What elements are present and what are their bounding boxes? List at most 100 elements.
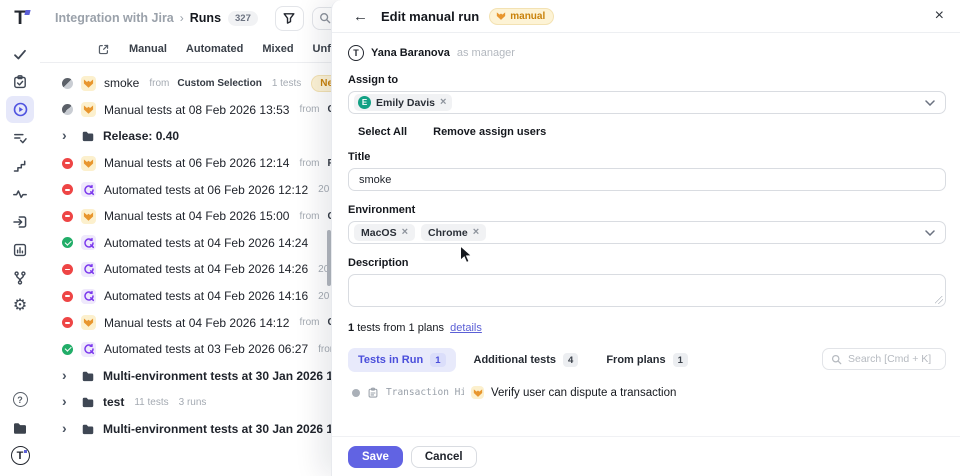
manager-name: Yana Baranova <box>371 47 450 59</box>
automated-run-icon <box>81 235 96 250</box>
assign-to-select[interactable]: E Emily Davis × <box>348 91 946 114</box>
plans-summary: 1 tests from 1 plans details <box>348 322 946 334</box>
cancel-button[interactable]: Cancel <box>411 446 477 468</box>
resize-handle[interactable] <box>935 296 943 304</box>
env-chip-label: Chrome <box>428 227 468 239</box>
run-source: Custom Selection <box>177 78 261 89</box>
automated-run-icon <box>81 289 96 304</box>
tab-count-badge: 1 <box>430 353 445 367</box>
title-input[interactable] <box>348 168 946 191</box>
close-icon[interactable]: × <box>935 8 944 24</box>
assign-to-label: Assign to <box>348 74 946 86</box>
app-logo[interactable]: T <box>9 8 31 30</box>
test-row[interactable]: Transaction His… Verify user can dispute… <box>348 386 946 399</box>
plans-text: tests from 1 plans <box>357 322 444 334</box>
tab-from-plans[interactable]: From plans 1 <box>596 348 698 372</box>
details-link[interactable]: details <box>450 322 482 334</box>
remove-env-icon[interactable]: × <box>473 227 479 238</box>
group-title: Multi-environment tests at 30 Jan 2026 1… <box>103 422 357 436</box>
select-all-link[interactable]: Select All <box>358 126 407 138</box>
fox-icon <box>496 11 506 21</box>
edit-run-modal: ← Edit manual run manual × T Yana Barano… <box>331 0 960 476</box>
remove-env-icon[interactable]: × <box>402 227 408 238</box>
sidebar-item-import[interactable] <box>6 208 34 235</box>
assign-links: Select All Remove assign users <box>358 126 946 138</box>
automated-run-icon <box>81 182 96 197</box>
run-title: Automated tests at 04 Feb 2026 14:26 <box>104 262 308 276</box>
breadcrumb-current: Runs <box>190 11 221 25</box>
run-tests-count: 1 tests <box>272 78 301 89</box>
group-title: Release: 0.40 <box>103 129 179 143</box>
sidebar-item-plans[interactable] <box>6 68 34 95</box>
env-chip: MacOS × <box>354 224 415 241</box>
sidebar-item-branch[interactable] <box>6 264 34 291</box>
env-chip: Chrome × <box>421 224 486 241</box>
sidebar-item-pulse[interactable] <box>6 180 34 207</box>
manual-run-icon <box>81 76 96 91</box>
tab-additional-tests[interactable]: Additional tests 4 <box>464 348 589 372</box>
sidebar-item-projects[interactable] <box>6 414 34 441</box>
run-title: Automated tests at 04 Feb 2026 14:16 <box>104 289 308 303</box>
breadcrumb-parent[interactable]: Integration with Jira <box>55 11 174 25</box>
tab-tests-in-run[interactable]: Tests in Run 1 <box>348 348 456 372</box>
remove-assignee-icon[interactable]: × <box>440 97 446 108</box>
tab-automated[interactable]: Automated <box>186 43 243 55</box>
plans-count: 1 <box>348 322 354 334</box>
sidebar-item-help[interactable]: ? <box>6 386 34 413</box>
remove-assign-users-link[interactable]: Remove assign users <box>433 126 546 138</box>
manual-run-badge-label: manual <box>510 11 545 22</box>
automated-run-icon <box>81 342 96 357</box>
run-title: Manual tests at 08 Feb 2026 13:53 <box>104 103 289 117</box>
tab-manual[interactable]: Manual <box>129 43 167 55</box>
chevron-right-icon[interactable]: › <box>62 421 73 435</box>
chevron-right-icon[interactable]: › <box>62 128 73 142</box>
sidebar-item-steps[interactable] <box>6 152 34 179</box>
sidebar-item-settings[interactable]: ⚙ <box>6 292 34 319</box>
folder-icon <box>81 129 95 143</box>
sidebar-item-analytics[interactable] <box>6 236 34 263</box>
group-tests-count: 11 tests <box>134 397 168 408</box>
folder-icon <box>81 369 95 383</box>
filter-button[interactable] <box>275 6 304 31</box>
sidebar-item-ready[interactable] <box>6 40 34 67</box>
back-icon[interactable]: ← <box>353 8 368 25</box>
help-icon: ? <box>13 392 28 407</box>
run-title: Manual tests at 06 Feb 2026 12:14 <box>104 156 289 170</box>
export-icon[interactable] <box>97 43 110 56</box>
sidebar-item-profile[interactable]: T <box>6 442 34 469</box>
environment-label: Environment <box>348 204 946 216</box>
tab-count-badge: 4 <box>563 353 578 367</box>
tab-mixed[interactable]: Mixed <box>262 43 293 55</box>
group-title: Multi-environment tests at 30 Jan 2026 1… <box>103 369 357 383</box>
group-title: test <box>103 395 124 409</box>
manager-avatar: T <box>348 45 364 61</box>
runs-count-badge: 327 <box>228 11 258 26</box>
search-icon <box>831 354 842 365</box>
tab-label: Tests in Run <box>358 354 423 366</box>
folder-icon <box>12 420 28 436</box>
tab-label: Additional tests <box>474 354 557 366</box>
tab-count-badge: 1 <box>673 353 688 367</box>
chevron-right-icon[interactable]: › <box>62 394 73 408</box>
tests-search-input[interactable] <box>848 353 938 365</box>
manual-test-icon <box>471 386 484 399</box>
save-button[interactable]: Save <box>348 446 403 468</box>
modal-title: Edit manual run <box>381 9 479 24</box>
environment-select[interactable]: MacOS × Chrome × <box>348 221 946 244</box>
assignee-avatar: E <box>358 96 371 109</box>
chevron-down-icon <box>925 100 935 106</box>
run-status-icon <box>62 184 73 195</box>
modal-body: T Yana Baranova as manager Assign to E E… <box>332 33 960 436</box>
run-status-icon <box>62 211 73 222</box>
chevron-right-icon[interactable]: › <box>62 368 73 382</box>
breadcrumb-separator: › <box>180 11 184 25</box>
run-title: Automated tests at 03 Feb 2026 06:27 <box>104 342 308 356</box>
run-from-label: from <box>299 317 319 328</box>
sidebar-item-runs[interactable] <box>6 96 34 123</box>
description-textarea[interactable] <box>348 274 946 307</box>
tab-label: From plans <box>606 354 665 366</box>
sidebar-item-results[interactable] <box>6 124 34 151</box>
user-avatar: T <box>11 446 30 465</box>
tests-search-box[interactable] <box>822 348 946 370</box>
manager-row: T Yana Baranova as manager <box>348 45 946 61</box>
